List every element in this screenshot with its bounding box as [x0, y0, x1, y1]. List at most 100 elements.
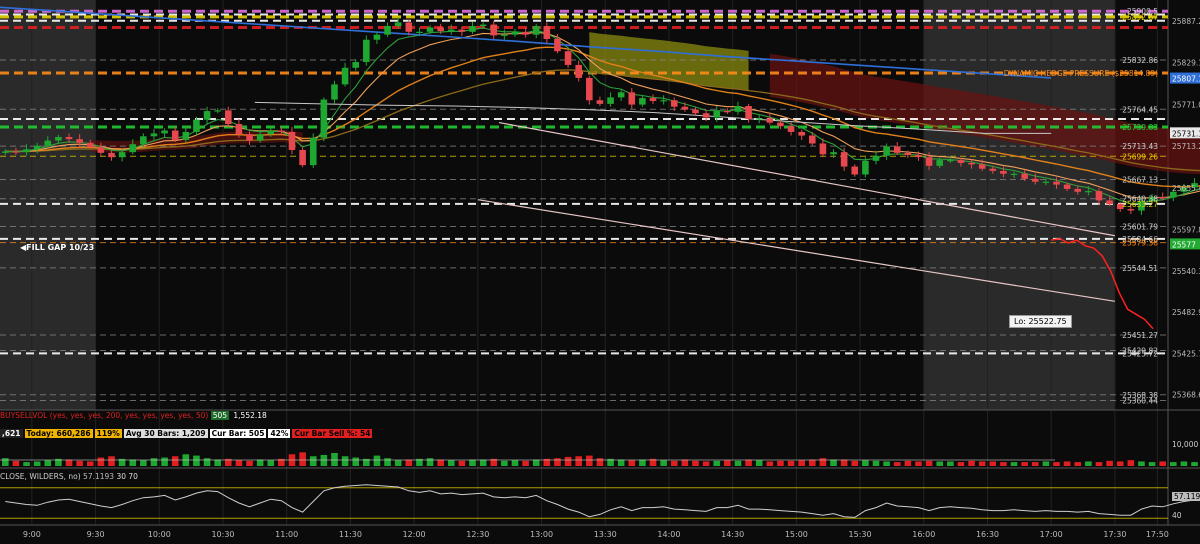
- volume-bar: [893, 462, 901, 466]
- axis-price-label: 25577: [1172, 240, 1196, 249]
- volume-bar: [1021, 462, 1028, 466]
- time-axis-label: 9:30: [87, 530, 105, 539]
- volume-bar: [1095, 462, 1103, 466]
- volume-bar: [1138, 461, 1145, 466]
- volume-bar: [692, 460, 699, 466]
- level-label: 25451.27: [1122, 331, 1158, 340]
- candle-body: [12, 151, 20, 153]
- volume-bar: [23, 462, 30, 466]
- candle-body: [872, 155, 880, 161]
- level-label: DYNAMIC HEDGE PRESSURE ($25814.89): [1004, 69, 1158, 78]
- level-label: 25713.43: [1122, 142, 1158, 151]
- axis-price-label: 25887.25: [1172, 17, 1200, 26]
- volume-bar: [681, 459, 689, 466]
- volume-bar: [883, 461, 890, 466]
- candle-body: [904, 152, 912, 156]
- candle-body: [278, 130, 285, 132]
- time-axis-label: 16:30: [976, 530, 999, 539]
- time-axis-label: 16:00: [912, 530, 935, 539]
- volume-bar: [564, 456, 572, 466]
- candle-body: [1127, 209, 1135, 211]
- volume-bar: [1170, 462, 1177, 466]
- candle-body: [692, 109, 699, 114]
- volume-bar: [586, 455, 593, 466]
- volume-bar: [554, 458, 561, 466]
- volume-bar: [851, 460, 859, 466]
- candle-body: [628, 92, 636, 105]
- candle-body: [235, 124, 243, 135]
- volume-bar: [12, 460, 20, 466]
- candle-body: [341, 67, 349, 85]
- axis-price-label: 25829.1: [1172, 59, 1200, 68]
- candle-body: [1106, 200, 1113, 205]
- candle-body: [1159, 196, 1166, 199]
- volume-bar: [267, 460, 275, 466]
- time-axis-label: 15:00: [785, 530, 808, 539]
- candle-body: [416, 31, 423, 33]
- candle-body: [161, 130, 168, 134]
- volume-bar: [33, 461, 41, 466]
- candle-body: [309, 137, 317, 166]
- volume-bar: [989, 461, 997, 466]
- level-label: 25601.79: [1122, 223, 1158, 232]
- volume-bar: [479, 459, 487, 466]
- candle-body: [830, 152, 837, 155]
- candle-body: [575, 64, 582, 78]
- candle-body: [957, 160, 965, 163]
- volume-bar: [76, 460, 83, 466]
- candle-body: [65, 137, 73, 140]
- volume-bar: [1106, 460, 1113, 466]
- volume-bar: [532, 459, 540, 466]
- volume-bar: [394, 460, 402, 466]
- candle-body: [1074, 188, 1082, 192]
- candle-body: [660, 100, 667, 102]
- candle-body: [171, 130, 179, 140]
- candle-body: [501, 34, 508, 36]
- candle: [299, 147, 306, 168]
- volume-bar: [426, 458, 434, 466]
- time-axis-label: 10:30: [211, 530, 234, 539]
- volume-stat-chip: 119%: [94, 429, 122, 438]
- volume-bar: [670, 460, 678, 466]
- level-label: 25360.44: [1122, 396, 1158, 405]
- volume-bar: [235, 460, 243, 466]
- time-axis-label: 11:00: [275, 530, 298, 539]
- candle-body: [405, 22, 413, 32]
- volume-bar: [936, 461, 944, 466]
- volume-bar: [957, 462, 965, 466]
- time-axis-label: 14:00: [657, 530, 680, 539]
- volume-stat-chip: ,621: [0, 429, 23, 438]
- candle-body: [203, 111, 211, 120]
- volume-bar: [808, 459, 816, 466]
- candle-body: [479, 24, 487, 27]
- candle-body: [787, 126, 795, 132]
- session-shade: [0, 0, 96, 410]
- candle-body: [532, 26, 540, 35]
- volume-bar: [575, 456, 582, 466]
- volume-bar: [639, 459, 646, 466]
- volume-bar: [862, 460, 869, 466]
- volume-bar: [108, 456, 115, 466]
- volume-bar: [373, 455, 381, 466]
- candle-body: [256, 134, 264, 141]
- volume-bar: [341, 456, 349, 466]
- volume-bar: [660, 460, 667, 466]
- volume-bar: [628, 460, 636, 466]
- axis-price-label: 25731.1: [1172, 129, 1200, 138]
- low-label-text: Lo: 25522.75: [1014, 317, 1067, 326]
- axis-price-label: 25597.8: [1172, 225, 1200, 234]
- candle-body: [649, 98, 657, 101]
- candle-body: [883, 146, 890, 156]
- volume-buy-value: 505: [210, 411, 230, 420]
- volume-bar: [458, 460, 466, 466]
- volume-bar: [830, 459, 837, 466]
- level-label: 25832.86: [1122, 56, 1158, 65]
- candle-body: [214, 110, 221, 112]
- volume-bar: [702, 461, 710, 466]
- volume-bar: [1180, 461, 1188, 466]
- candle-body: [713, 111, 721, 118]
- candle-body: [1021, 173, 1028, 179]
- candle-body: [1000, 170, 1007, 174]
- candle: [564, 48, 572, 68]
- volume-bar: [469, 459, 476, 466]
